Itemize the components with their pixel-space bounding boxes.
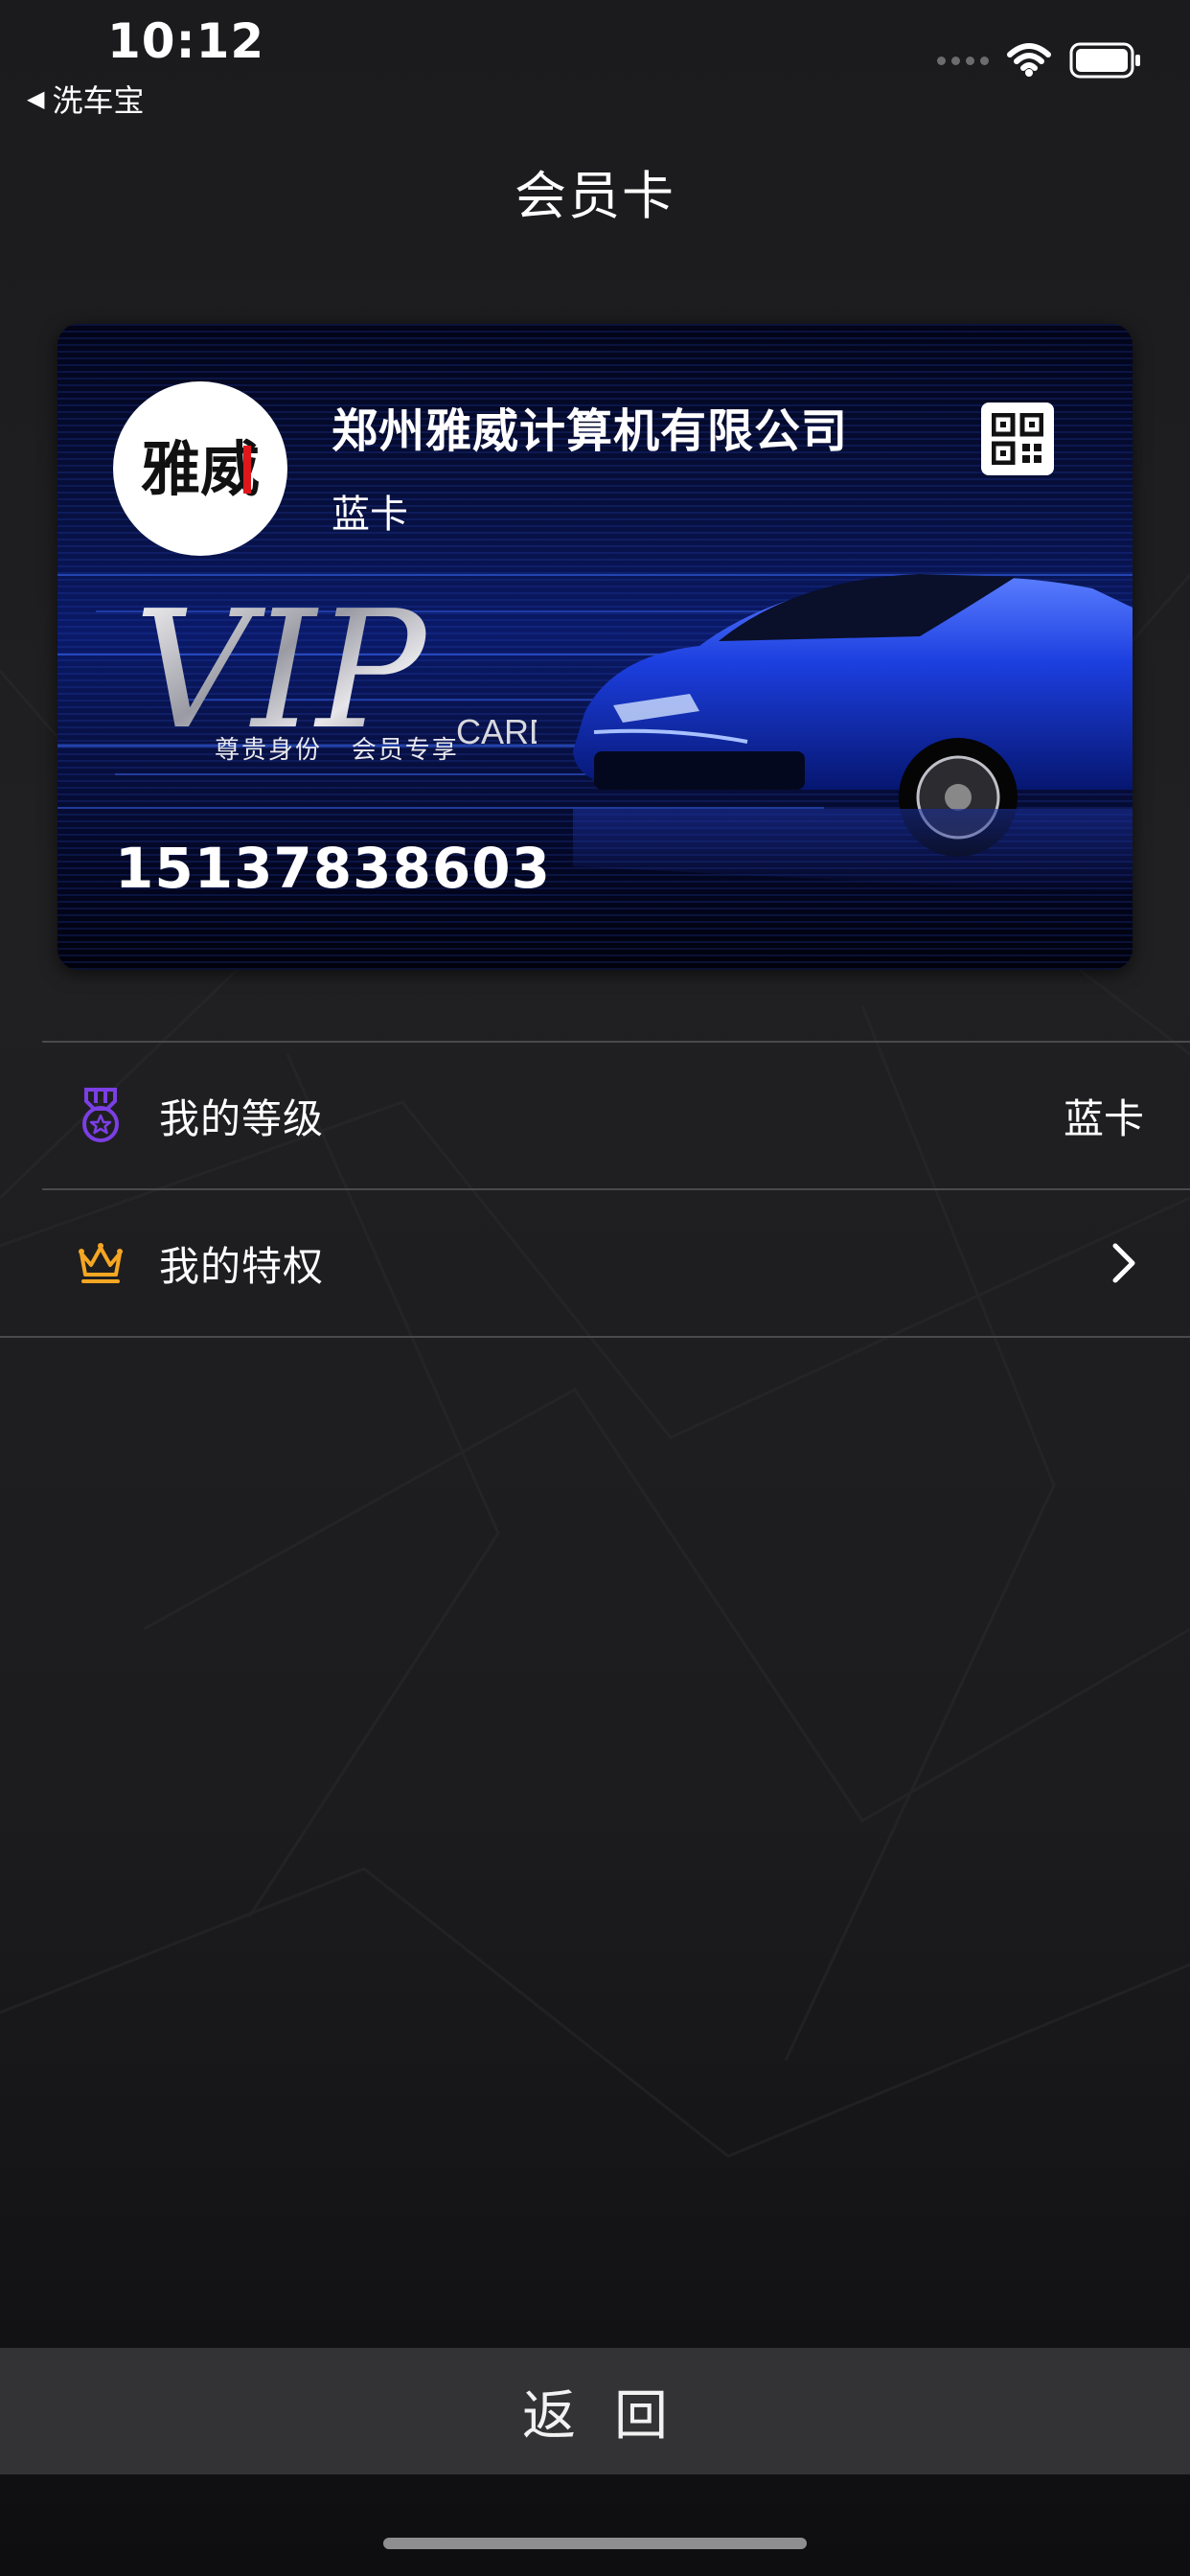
status-icons: [937, 42, 1142, 79]
member-number: 15137838603: [115, 836, 551, 901]
membership-card[interactable]: 雅威 郑州雅威计算机有限公司 蓝卡 VIP CAR 尊贵身份 会员专享 1513…: [57, 324, 1133, 970]
company-logo: 雅威: [113, 381, 287, 556]
status-bar: 10:12 ◀ 洗车宝: [0, 0, 1190, 125]
logo-mark: 雅威: [141, 434, 260, 504]
return-button[interactable]: 返回: [0, 2348, 1190, 2474]
list-item-my-privileges[interactable]: 我的特权: [0, 1190, 1190, 1336]
medal-icon: [77, 1087, 125, 1144]
vip-tagline: 尊贵身份 会员专享: [215, 736, 459, 765]
company-name: 郑州雅威计算机有限公司: [332, 404, 849, 458]
back-app-label: 洗车宝: [52, 82, 145, 119]
sports-car-image: [573, 574, 1133, 895]
list-item-my-level[interactable]: 我的等级 蓝卡: [0, 1043, 1190, 1188]
member-menu-list: 我的等级 蓝卡 我的特权: [0, 1041, 1190, 1338]
back-arrow-icon: ◀: [27, 85, 45, 112]
qr-code-icon[interactable]: [981, 402, 1054, 475]
level-value: 蓝卡: [1063, 1094, 1144, 1142]
signal-dots-icon: [937, 56, 989, 65]
home-indicator[interactable]: [383, 2538, 807, 2549]
list-item-label: 我的特权: [159, 1242, 325, 1290]
svg-text:雅威: 雅威: [141, 434, 260, 504]
divider: [0, 1336, 1190, 1338]
battery-icon: [1069, 42, 1140, 79]
chevron-right-icon: [1112, 1243, 1135, 1283]
svg-text:CARD: CARD: [456, 712, 537, 751]
crown-icon: [77, 1234, 125, 1292]
return-button-label: 返回: [522, 2384, 706, 2448]
page-title: 会员卡: [515, 166, 675, 226]
card-level: 蓝卡: [332, 493, 408, 537]
back-to-app-link[interactable]: ◀ 洗车宝: [27, 77, 144, 121]
status-time: 10:12: [107, 13, 265, 69]
list-item-label: 我的等级: [159, 1094, 325, 1142]
wifi-icon: [1007, 43, 1051, 77]
